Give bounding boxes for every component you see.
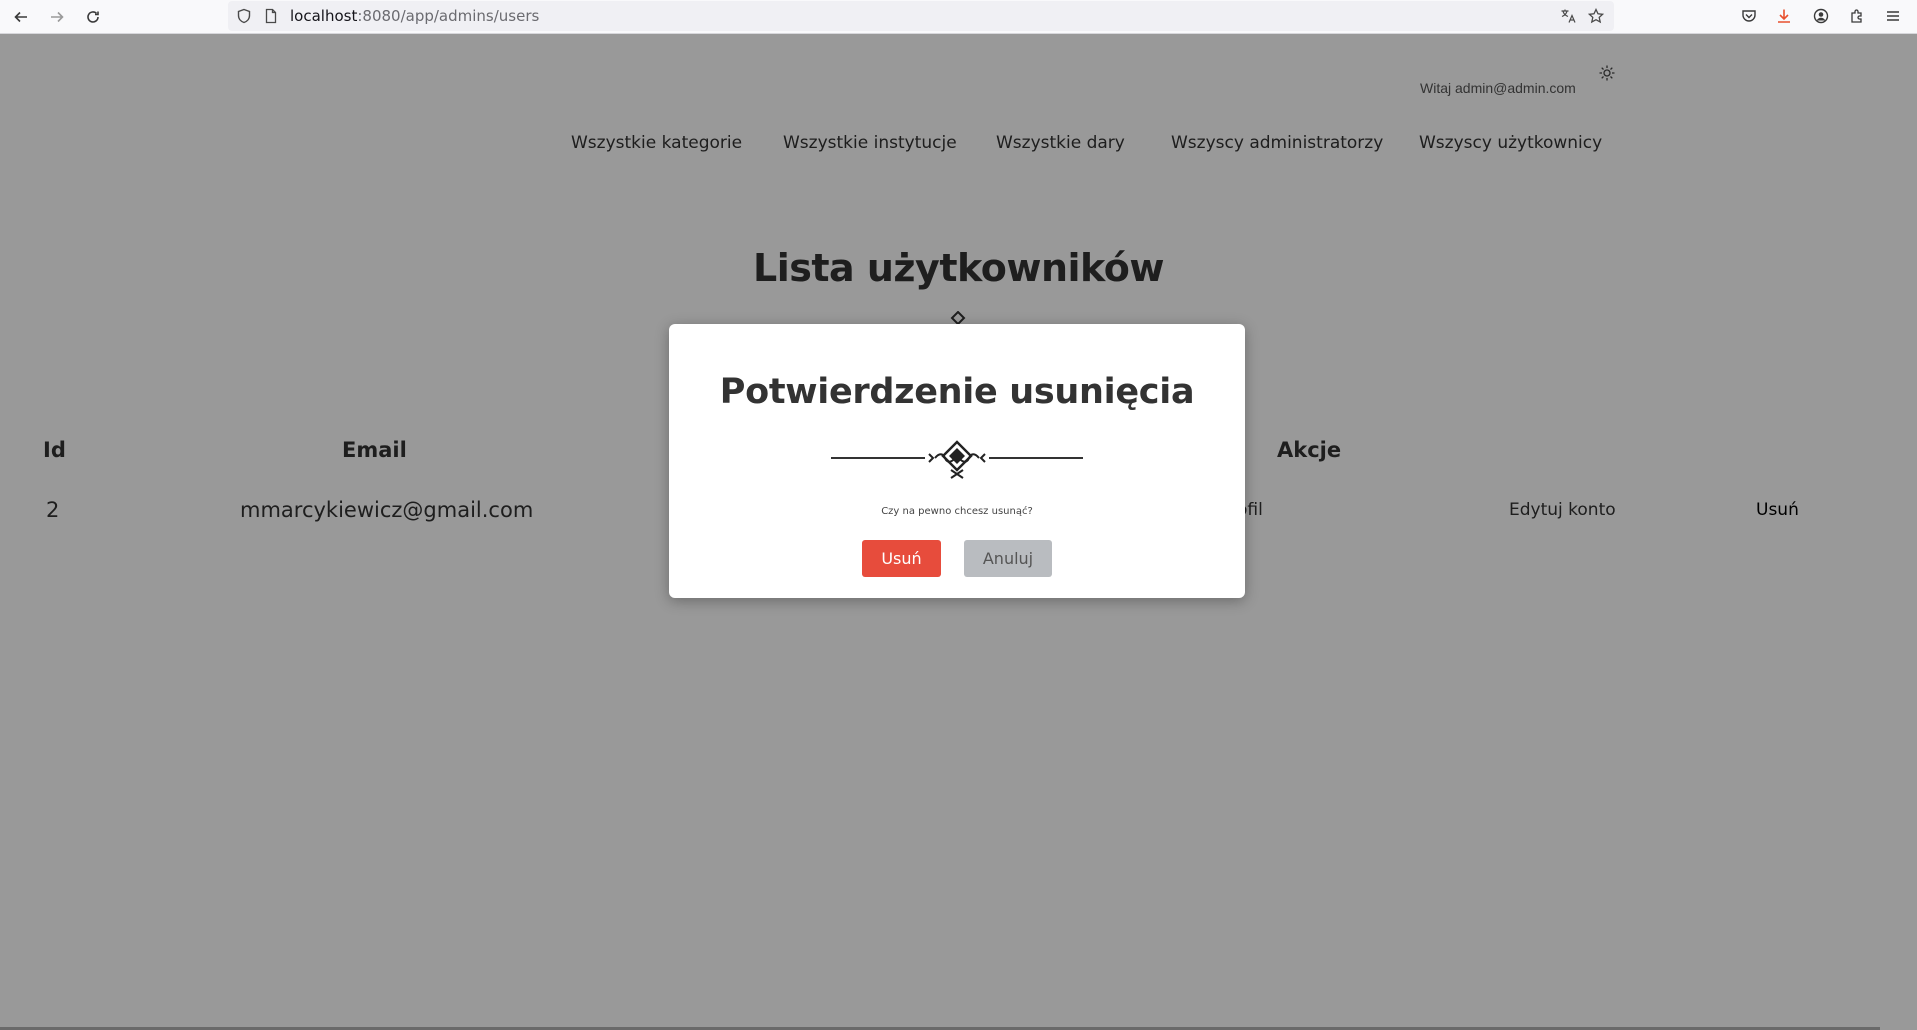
url-host: localhost bbox=[290, 7, 358, 25]
address-bar[interactable]: localhost:8080/app/admins/users bbox=[228, 1, 1614, 31]
reload-icon[interactable] bbox=[80, 5, 106, 29]
translate-icon[interactable] bbox=[1560, 8, 1576, 24]
confirm-delete-button[interactable]: Usuń bbox=[862, 540, 941, 577]
menu-icon[interactable] bbox=[1883, 6, 1903, 26]
extensions-icon[interactable] bbox=[1847, 6, 1867, 26]
shield-icon[interactable] bbox=[236, 8, 252, 24]
download-icon[interactable] bbox=[1774, 6, 1794, 26]
page-icon[interactable] bbox=[263, 8, 279, 24]
pocket-icon[interactable] bbox=[1739, 6, 1759, 26]
url-path: :8080/app/admins/users bbox=[357, 7, 540, 25]
url-text[interactable]: localhost:8080/app/admins/users bbox=[290, 7, 539, 25]
cancel-button[interactable]: Anuluj bbox=[964, 540, 1052, 577]
browser-toolbar: localhost:8080/app/admins/users bbox=[0, 0, 1917, 34]
account-icon[interactable] bbox=[1811, 6, 1831, 26]
forward-arrow-icon[interactable] bbox=[44, 5, 70, 29]
modal-title: Potwierdzenie usunięcia bbox=[719, 372, 1195, 412]
ornament-divider-icon bbox=[829, 436, 1085, 480]
back-arrow-icon[interactable] bbox=[8, 5, 34, 29]
bookmark-star-icon[interactable] bbox=[1587, 7, 1605, 24]
delete-confirmation-modal: Potwierdzenie usunięcia Czy na pewno chc… bbox=[669, 324, 1245, 598]
modal-question: Czy na pewno chcesz usunąć? bbox=[881, 506, 1033, 517]
